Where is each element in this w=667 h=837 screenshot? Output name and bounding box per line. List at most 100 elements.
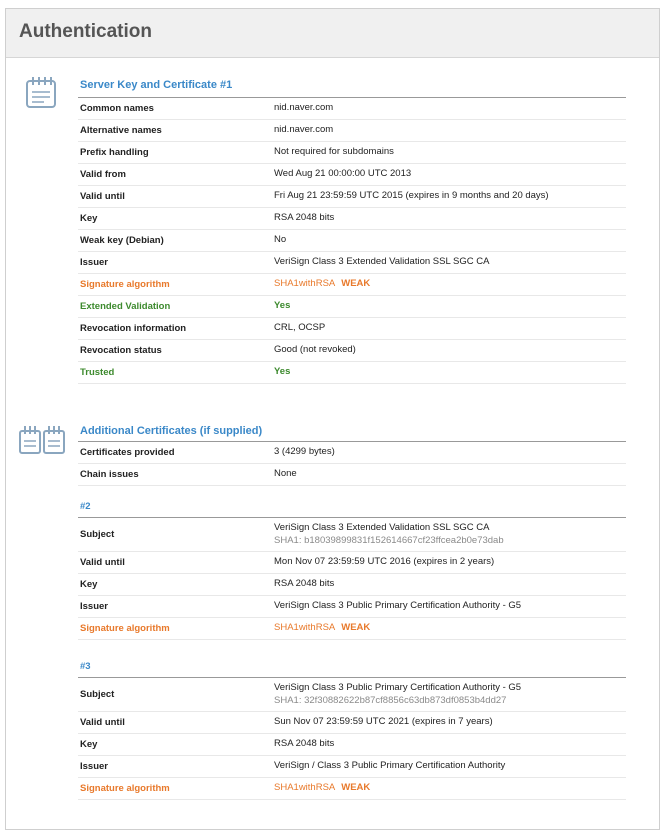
authentication-panel: Authentication Server Key and Certificat…	[5, 8, 660, 830]
row-value-text: nid.naver.com	[274, 102, 334, 114]
sha1-fingerprint: SHA1: b18039899831f152614667cf23ffcea2b0…	[274, 534, 504, 546]
row-value-text: Yes	[274, 300, 291, 312]
table-row: Alternative names nid.naver.com	[78, 120, 626, 142]
table-row: Signature algorithm SHA1withRSA WEAK	[78, 274, 626, 296]
panel-title: Authentication	[19, 21, 152, 42]
weak-badge: WEAK	[341, 782, 371, 794]
row-value: None	[274, 468, 626, 481]
table-row: Issuer VeriSign Class 3 Public Primary Ce…	[78, 596, 626, 618]
subject-text: VeriSign Class 3 Public Primary Certific…	[274, 681, 522, 693]
row-label: Issuer	[80, 257, 108, 268]
table-row: Signature algorithm SHA1withRSA WEAK	[78, 618, 626, 640]
row-label: Certificates provided	[80, 447, 175, 458]
certificates-stack-icon	[19, 426, 65, 454]
table-row: Signature algorithm SHA1withRSA WEAK	[78, 778, 626, 800]
table-row: Issuer VeriSign / Class 3 Public Primary …	[78, 756, 626, 778]
row-label: Weak key (Debian)	[80, 235, 164, 246]
sha1-fingerprint: SHA1: 32f30882622b87cf8856c63db873df0853…	[274, 694, 507, 706]
table-row: Revocation status Good (not revoked)	[78, 340, 626, 362]
row-value-text: 3 (4299 bytes)	[274, 446, 335, 458]
table-row: Valid until Mon Nov 07 23:59:59 UTC 2016 …	[78, 552, 626, 574]
row-label: Chain issues	[80, 469, 139, 480]
row-label: Valid from	[80, 169, 126, 180]
row-value-text: No	[274, 234, 287, 246]
section-title-server-key: Server Key and Certificate #1	[80, 79, 233, 91]
row-label: Valid until	[80, 717, 125, 728]
row-label: Signature algorithm	[80, 783, 170, 794]
table-row: Common names nid.naver.com	[78, 98, 626, 120]
row-label: Common names	[80, 103, 154, 114]
row-label: Valid until	[80, 557, 125, 568]
table-row: Chain issues None	[78, 464, 626, 486]
row-value-text: Yes	[274, 366, 291, 378]
row-value-text: Wed Aug 21 00:00:00 UTC 2013	[274, 168, 412, 180]
row-value: VeriSign / Class 3 Public Primary Certif…	[274, 760, 626, 773]
row-value: nid.naver.com	[274, 124, 626, 137]
table-row: Valid from Wed Aug 21 00:00:00 UTC 2013	[78, 164, 626, 186]
section-title-additional: Additional Certificates (if supplied)	[80, 425, 263, 437]
row-label: Revocation status	[80, 345, 162, 356]
row-value: Sun Nov 07 23:59:59 UTC 2021 (expires in…	[274, 716, 626, 729]
row-value: Yes	[274, 300, 626, 313]
row-value: Good (not revoked)	[274, 344, 626, 357]
row-value-text: RSA 2048 bits	[274, 578, 335, 590]
additional-table: Certificates provided 3 (4299 bytes) Chain…	[78, 441, 626, 486]
table-row-subject: Subject VeriSign Class 3 Public Primary C…	[78, 678, 626, 712]
server-key-table: Common names nid.naver.com Alternative nam…	[78, 97, 626, 384]
row-value: Mon Nov 07 23:59:59 UTC 2016 (expires in…	[274, 556, 626, 569]
table-row: Certificates provided 3 (4299 bytes)	[78, 442, 626, 464]
cert-3-table: Subject VeriSign Class 3 Public Primary C…	[78, 677, 626, 800]
row-label: Prefix handling	[80, 147, 149, 158]
table-row: Key RSA 2048 bits	[78, 574, 626, 596]
table-row: Issuer VeriSign Class 3 Extended Validati…	[78, 252, 626, 274]
row-value-text: VeriSign / Class 3 Public Primary Certif…	[274, 760, 506, 772]
table-row: Revocation information CRL, OCSP	[78, 318, 626, 340]
row-label: Valid until	[80, 191, 125, 202]
row-value: 3 (4299 bytes)	[274, 446, 626, 459]
row-value-text: Sun Nov 07 23:59:59 UTC 2021 (expires in…	[274, 716, 493, 728]
row-label: Subject	[80, 529, 115, 540]
row-value: VeriSign Class 3 Extended Validation SSL…	[274, 522, 626, 548]
row-value: VeriSign Class 3 Extended Validation SSL…	[274, 256, 626, 269]
row-label: Signature algorithm	[80, 623, 170, 634]
row-value: Fri Aug 21 23:59:59 UTC 2015 (expires in…	[274, 190, 626, 203]
row-label: Trusted	[80, 367, 115, 378]
row-label: Alternative names	[80, 125, 162, 136]
row-label: Key	[80, 213, 98, 224]
row-value-text: RSA 2048 bits	[274, 212, 335, 224]
row-label: Signature algorithm	[80, 279, 170, 290]
weak-badge: WEAK	[341, 278, 371, 290]
row-value-text: VeriSign Class 3 Public Primary Certific…	[274, 600, 522, 612]
row-value: Not required for subdomains	[274, 146, 626, 159]
panel-header: Authentication	[6, 9, 659, 58]
row-value-text: SHA1withRSA	[274, 622, 336, 634]
row-value-text: Fri Aug 21 23:59:59 UTC 2015 (expires in…	[274, 190, 549, 202]
row-value: RSA 2048 bits	[274, 212, 626, 225]
row-label: Issuer	[80, 761, 108, 772]
row-value-text: SHA1withRSA	[274, 278, 336, 290]
table-row: Valid until Fri Aug 21 23:59:59 UTC 2015 …	[78, 186, 626, 208]
cert-heading-2: #2	[80, 501, 91, 512]
row-label: Revocation information	[80, 323, 187, 334]
table-row: Trusted Yes	[78, 362, 626, 384]
row-value: SHA1withRSA WEAK	[274, 278, 626, 291]
row-value: RSA 2048 bits	[274, 738, 626, 751]
row-value-text: VeriSign Class 3 Extended Validation SSL…	[274, 256, 490, 268]
row-value: SHA1withRSA WEAK	[274, 622, 626, 635]
row-value: Wed Aug 21 00:00:00 UTC 2013	[274, 168, 626, 181]
table-row: Key RSA 2048 bits	[78, 208, 626, 230]
row-value-text: Good (not revoked)	[274, 344, 356, 356]
table-row: Key RSA 2048 bits	[78, 734, 626, 756]
subject-text: VeriSign Class 3 Extended Validation SSL…	[274, 521, 490, 533]
row-label: Key	[80, 739, 98, 750]
row-value-text: CRL, OCSP	[274, 322, 326, 334]
row-value: SHA1withRSA WEAK	[274, 782, 626, 795]
row-label: Issuer	[80, 601, 108, 612]
table-row: Weak key (Debian) No	[78, 230, 626, 252]
row-label: Key	[80, 579, 98, 590]
weak-badge: WEAK	[341, 622, 371, 634]
table-row: Valid until Sun Nov 07 23:59:59 UTC 2021 …	[78, 712, 626, 734]
row-value: CRL, OCSP	[274, 322, 626, 335]
row-value-text: Mon Nov 07 23:59:59 UTC 2016 (expires in…	[274, 556, 495, 568]
row-value: VeriSign Class 3 Public Primary Certific…	[274, 600, 626, 613]
